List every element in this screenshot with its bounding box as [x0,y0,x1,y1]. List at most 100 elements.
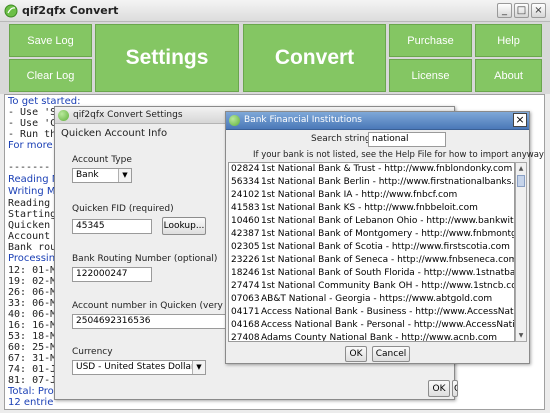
scroll-up-icon[interactable]: ▲ [516,163,526,174]
currency-select[interactable]: USD - United States Dollar ▼ [72,360,206,375]
log-line: Bank rou [8,242,57,253]
settings-button[interactable]: Settings [95,24,239,92]
settings-ok-button[interactable]: OK [428,380,450,397]
list-item[interactable]: 182461st National Bank of South Florida … [229,267,514,280]
bank-code: 42387 [231,229,260,239]
log-line: 67: 31-M [8,353,57,364]
close-icon[interactable]: × [513,113,527,127]
maximize-icon[interactable]: □ [514,3,529,18]
settings-cancel-button[interactable]: Ca [452,380,458,397]
log-line: 12: 01-M [8,265,57,276]
search-label: Search string: [311,134,374,144]
list-item[interactable]: 232261st National Bank of Seneca - http:… [229,254,514,267]
scroll-thumb[interactable] [517,175,525,187]
help-button[interactable]: Help [475,24,542,57]
bank-name: Adams County National Bank - http://www.… [261,333,498,342]
routing-label: Bank Routing Number (optional) [72,254,218,264]
dialog-leaf-icon [229,115,240,126]
list-item[interactable]: 04171Access National Bank - Business - h… [229,306,514,319]
account-type-select[interactable]: Bank ▼ [72,168,132,183]
save-log-button[interactable]: Save Log [9,24,92,57]
clear-log-button[interactable]: Clear Log [9,59,92,92]
log-line: 40: 06-M [8,309,57,320]
log-line: 19: 02-M [8,276,57,287]
bank-name: 1st National Bank of Seneca - http://www… [261,255,514,265]
purchase-button[interactable]: Purchase [389,24,472,57]
list-item[interactable]: 423871st National Bank of Montgomery - h… [229,228,514,241]
app-titlebar: qif2qfx Convert _ □ × [0,0,550,22]
account-number-field[interactable]: 2504692316536 [72,314,226,329]
fid-label: Quicken FID (required) [72,204,174,214]
log-line: Reading M [8,174,61,185]
bank-code: 56334 [231,177,260,187]
bank-cancel-button[interactable]: Cancel [372,346,410,362]
list-item[interactable]: 563341st National Bank Berlin - http://w… [229,176,514,189]
list-item[interactable]: 415831st National Bank KS - http://www.f… [229,202,514,215]
log-line: 81: 07-J [8,375,57,386]
bank-code: 18246 [231,268,260,278]
bank-code: 02824 [231,164,260,174]
bank-name: 1st National Bank of Montgomery - http:/… [261,229,514,239]
bank-code: 23226 [231,255,260,265]
log-line: 26: 06-M [8,287,57,298]
bank-name: 1st National Bank of Scotia - http://www… [261,242,510,252]
list-item[interactable]: 27408Adams County National Bank - http:/… [229,332,514,342]
log-line: 60: 25-M [8,342,57,353]
bank-name: 1st National Bank IA - http://www.fnbcf.… [261,190,458,200]
list-item[interactable]: 04168Access National Bank - Personal - h… [229,319,514,332]
bank-code: 27474 [231,281,260,291]
log-line: Quicken [8,220,51,231]
search-input[interactable]: national [368,132,446,147]
list-item[interactable]: 241021st National Bank IA - http://www.f… [229,189,514,202]
fid-field[interactable]: 45345 [72,219,152,234]
chevron-down-icon: ▼ [118,169,131,182]
about-button[interactable]: About [475,59,542,92]
section-heading: Quicken Account Info [61,128,168,139]
app-title: qif2qfx Convert [22,4,119,17]
log-line: Writing M' [8,186,59,197]
minimize-icon[interactable]: _ [497,3,512,18]
bank-name: 1st National Bank KS - http://www.fnbbel… [261,203,478,213]
list-item[interactable]: 274741st National Community Bank OH - ht… [229,280,514,293]
settings-dialog-title: qif2qfx Convert Settings [73,110,183,120]
bank-code: 07063 [231,294,260,304]
list-item[interactable]: 104601st National Bank of Lebanon Ohio -… [229,215,514,228]
bank-code: 04171 [231,307,260,317]
log-line: Account [8,231,51,242]
bank-name: 1st National Community Bank OH - http://… [261,281,514,291]
currency-value: USD - United States Dollar [76,362,195,372]
bank-list-scrollbar[interactable]: ▲ ▼ [515,162,527,342]
close-icon[interactable]: × [531,3,546,18]
bank-ok-button[interactable]: OK [345,346,367,362]
bank-code: 10460 [231,216,260,226]
scroll-down-icon[interactable]: ▼ [516,330,526,341]
bank-name: Access National Bank - Business - http:/… [261,307,514,317]
log-line: 16: 16-M [8,320,57,331]
bank-name: AB&T National - Georgia - https://www.ab… [261,294,493,304]
log-line: 74: 01-J [8,364,57,375]
list-item[interactable]: 028241st National Bank & Trust - http://… [229,163,514,176]
bank-code: 02305 [231,242,260,252]
app-leaf-icon [4,4,18,18]
bank-code: 41583 [231,203,260,213]
chevron-down-icon: ▼ [192,361,205,374]
bank-dialog-titlebar[interactable]: Bank Financial Institutions × [226,112,529,130]
log-line: ------- [8,162,51,173]
currency-label: Currency [72,347,113,357]
list-item[interactable]: 023051st National Bank of Scotia - http:… [229,241,514,254]
convert-button[interactable]: Convert [243,24,386,92]
bank-list[interactable]: 028241st National Bank & Trust - http://… [228,162,515,342]
list-item[interactable]: 07063AB&T National - Georgia - https://w… [229,293,514,306]
log-line: Starting [8,209,57,220]
bank-code: 27408 [231,333,260,342]
bank-name: 1st National Bank Berlin - http://www.fi… [261,177,514,187]
bank-name: Access National Bank - Personal - http:/… [261,320,514,330]
license-button[interactable]: License [389,59,472,92]
bank-name: 1st National Bank of Lebanon Ohio - http… [261,216,514,226]
log-line: 53: 18-M [8,331,57,342]
routing-field[interactable]: 122000247 [72,267,152,282]
bank-code: 04168 [231,320,260,330]
lookup-button[interactable]: Lookup... [162,217,206,235]
log-line: Reading [8,198,51,209]
toolbar: Save Log Clear Log Settings Convert Purc… [0,22,550,94]
